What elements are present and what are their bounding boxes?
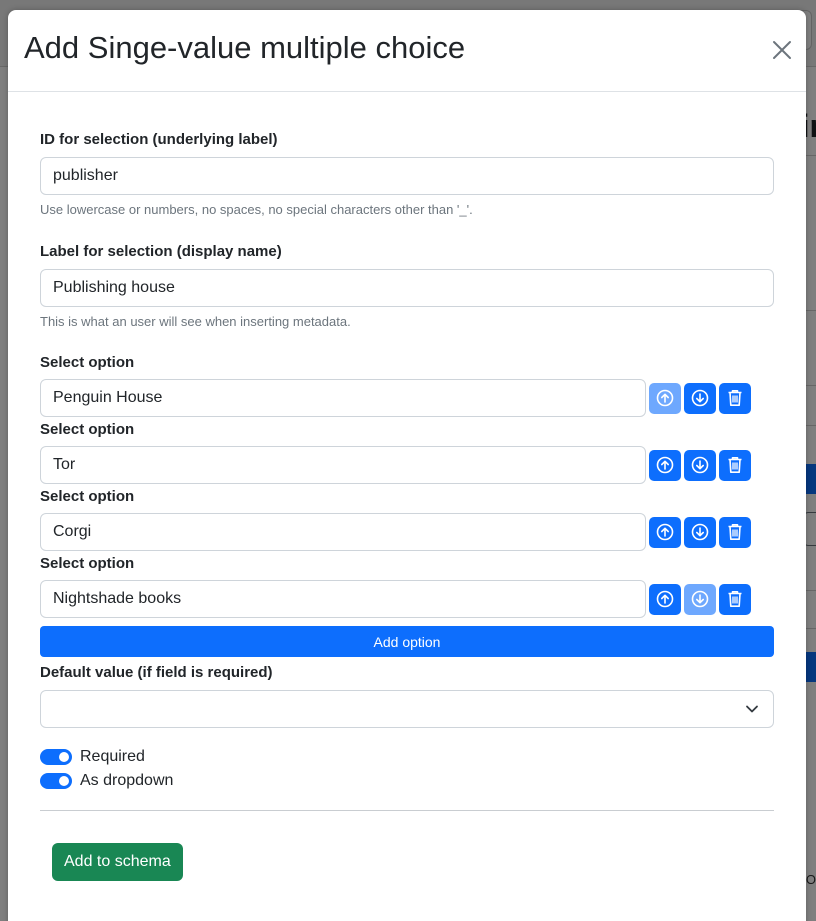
option-item: Select option Penguin House — [40, 353, 774, 417]
close-button[interactable] — [768, 36, 796, 64]
option-label: Select option — [40, 488, 135, 505]
add-to-schema-button[interactable]: Add to schema — [52, 843, 183, 881]
delete-option-button[interactable] — [719, 583, 751, 615]
dropdown-switch-row: As dropdown — [40, 769, 774, 793]
options-list: Select option Penguin House Select optio… — [40, 353, 774, 618]
modal-body: ID for selection (underlying label) publ… — [8, 130, 806, 881]
move-up-button[interactable] — [649, 583, 681, 615]
trash-icon — [728, 390, 742, 406]
form-divider — [40, 810, 774, 811]
option-label: Select option — [40, 354, 135, 371]
move-up-button[interactable] — [649, 516, 681, 548]
option-row: Nightshade books — [40, 580, 774, 618]
required-label: Required — [80, 748, 145, 765]
option-label: Select option — [40, 421, 135, 438]
arrow-down-circle-icon — [691, 389, 709, 407]
close-icon — [773, 41, 791, 59]
option-item: Select option Tor — [40, 420, 774, 484]
as-dropdown-toggle[interactable] — [40, 773, 72, 789]
option-input[interactable]: Tor — [40, 446, 646, 484]
arrow-up-circle-icon — [656, 456, 674, 474]
option-item: Select option Corgi — [40, 487, 774, 551]
id-input[interactable]: publisher — [40, 157, 774, 195]
toggle-knob — [59, 752, 69, 762]
modal-title: Add Singe-value multiple choice — [24, 30, 466, 65]
add-field-modal: Add Singe-value multiple choice ID for s… — [8, 10, 806, 921]
option-item: Select option Nightshade books — [40, 554, 774, 618]
default-value-label: Default value (if field is required) — [40, 664, 273, 681]
option-input[interactable]: Penguin House — [40, 379, 646, 417]
as-dropdown-label: As dropdown — [80, 772, 174, 789]
option-row: Corgi — [40, 513, 774, 551]
toggle-knob — [59, 776, 69, 786]
chevron-down-icon — [746, 705, 758, 713]
modal-header: Add Singe-value multiple choice — [8, 10, 806, 92]
arrow-down-circle-icon — [691, 456, 709, 474]
move-up-button[interactable] — [649, 449, 681, 481]
move-down-button[interactable] — [684, 583, 716, 615]
switch-group: Required As dropdown — [40, 745, 774, 793]
arrow-up-circle-icon — [656, 389, 674, 407]
delete-option-button[interactable] — [719, 382, 751, 414]
display-name-label: Label for selection (display name) — [40, 243, 282, 260]
delete-option-button[interactable] — [719, 449, 751, 481]
trash-icon — [728, 457, 742, 473]
option-row: Penguin House — [40, 379, 774, 417]
id-field-label: ID for selection (underlying label) — [40, 131, 278, 148]
move-down-button[interactable] — [684, 516, 716, 548]
trash-icon — [728, 591, 742, 607]
add-option-button[interactable]: Add option — [40, 626, 774, 657]
display-name-help-text: This is what an user will see when inser… — [40, 314, 351, 329]
move-down-button[interactable] — [684, 449, 716, 481]
arrow-up-circle-icon — [656, 590, 674, 608]
delete-option-button[interactable] — [719, 516, 751, 548]
option-input[interactable]: Nightshade books — [40, 580, 646, 618]
id-help-text: Use lowercase or numbers, no spaces, no … — [40, 202, 473, 217]
option-input[interactable]: Corgi — [40, 513, 646, 551]
default-value-select[interactable] — [40, 690, 774, 728]
move-up-button[interactable] — [649, 382, 681, 414]
move-down-button[interactable] — [684, 382, 716, 414]
arrow-down-circle-icon — [691, 590, 709, 608]
arrow-up-circle-icon — [656, 523, 674, 541]
trash-icon — [728, 524, 742, 540]
submit-area: Add to schema — [40, 843, 774, 881]
display-name-input[interactable]: Publishing house — [40, 269, 774, 307]
option-row: Tor — [40, 446, 774, 484]
option-label: Select option — [40, 555, 135, 572]
required-switch-row: Required — [40, 745, 774, 769]
required-toggle[interactable] — [40, 749, 72, 765]
arrow-down-circle-icon — [691, 523, 709, 541]
